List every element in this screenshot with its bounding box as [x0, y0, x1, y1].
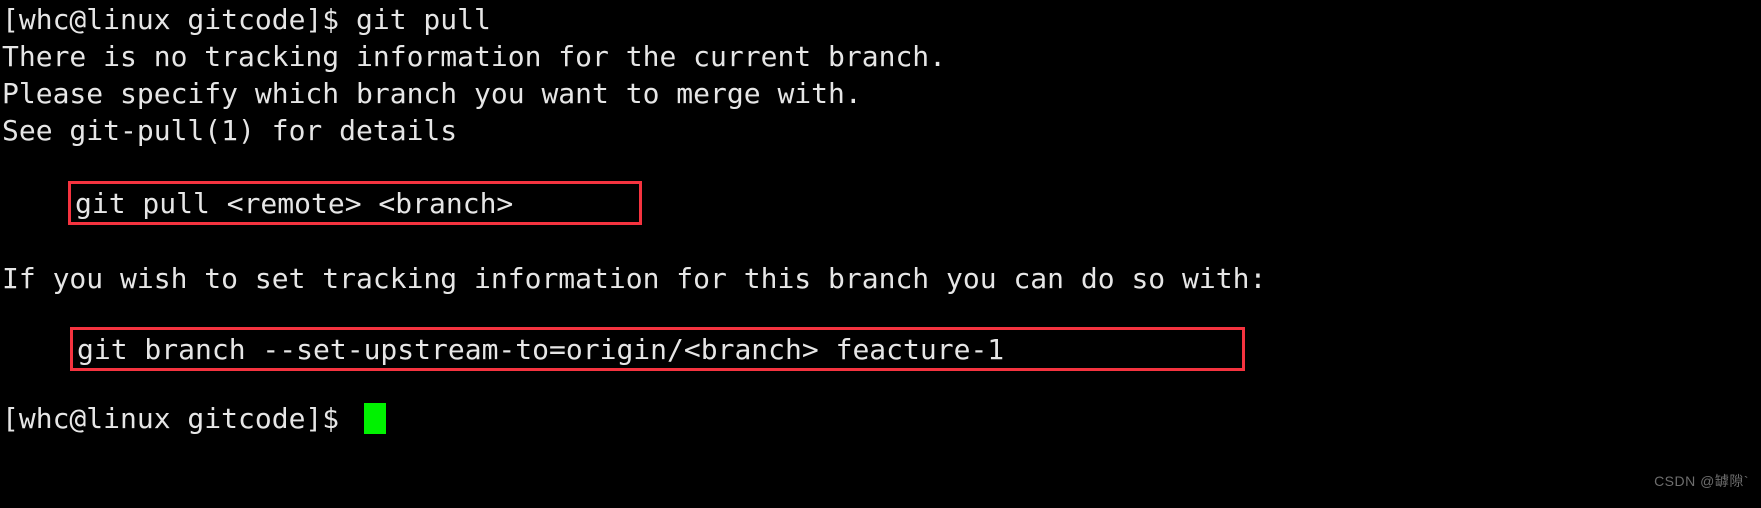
highlighted-command-git-branch-upstream: git branch --set-upstream-to=origin/<bra… [70, 327, 1245, 371]
terminal-active-prompt[interactable]: [whc@linux gitcode]$ [2, 400, 387, 437]
terminal-window[interactable]: [whc@linux gitcode]$ git pull There is n… [0, 0, 1761, 508]
terminal-line-specify-branch: Please specify which branch you want to … [2, 77, 862, 110]
csdn-watermark: CSDN @罅隙` [1654, 473, 1749, 489]
highlighted-command-git-pull: git pull <remote> <branch> [68, 181, 642, 225]
terminal-line-no-tracking-info: There is no tracking information for the… [2, 40, 947, 73]
terminal-line-see-details: See git-pull(1) for details [2, 114, 458, 147]
terminal-line-command-prompt: [whc@linux gitcode]$ git pull [2, 3, 491, 36]
terminal-line-set-tracking-hint: If you wish to set tracking information … [2, 262, 1267, 295]
highlighted-command-git-branch-upstream-text: git branch --set-upstream-to=origin/<bra… [77, 333, 1005, 366]
prompt-label: [whc@linux gitcode]$ [2, 402, 357, 435]
block-cursor-icon [364, 403, 387, 434]
highlighted-command-git-pull-text: git pull <remote> <branch> [75, 187, 514, 220]
